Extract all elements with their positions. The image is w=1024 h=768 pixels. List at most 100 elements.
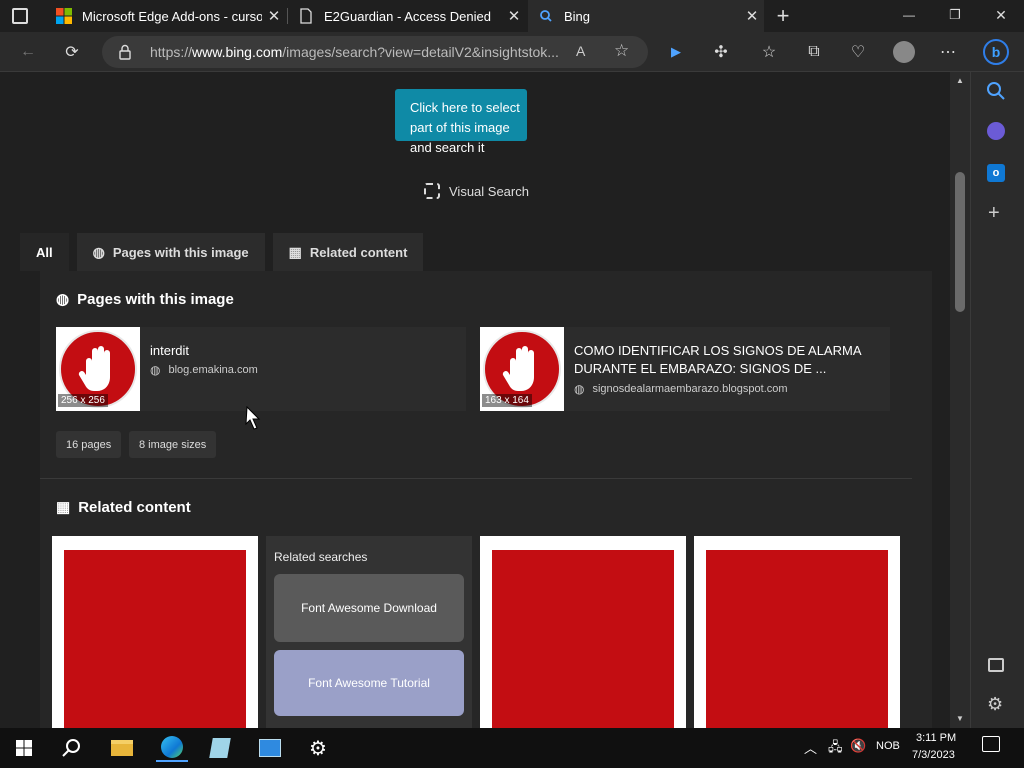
clock-time[interactable]: 3:11 PM (916, 732, 956, 744)
tab-all[interactable]: All (20, 233, 69, 271)
tab-bing[interactable]: Bing ✕ (528, 0, 764, 32)
profile-avatar[interactable] (890, 38, 918, 66)
network-icon[interactable]: 🖧 (828, 738, 843, 760)
globe-icon: ◍ (150, 363, 161, 377)
page-result-title[interactable]: interdit (150, 342, 189, 360)
notepad-icon[interactable] (204, 734, 236, 762)
related-searches-card: Related searches Font Awesome Download F… (266, 536, 472, 728)
close-window-button[interactable]: ✕ (984, 7, 1018, 24)
tab-actions-icon[interactable] (12, 8, 28, 24)
search-icon[interactable] (56, 734, 88, 762)
image-alt-text: See related image detail. Just (706, 536, 865, 550)
related-search-item[interactable]: Font Awesome Tutorial (274, 650, 464, 716)
address-bar[interactable]: https://www.bing.com/images/search?view=… (102, 36, 648, 68)
settings-gear-icon[interactable]: ⚙ (987, 694, 1003, 715)
edge-sidebar: o + ⚙ (970, 72, 1024, 728)
related-image-card[interactable]: See related image detail. inte (480, 536, 686, 728)
maximize-button[interactable]: ❐ (938, 7, 972, 23)
image-size-label: 256 x 256 (58, 394, 108, 407)
tab-title: Bing (564, 8, 591, 24)
result-tabs: All ◍ Pages with this image ▦ Related cont… (20, 233, 431, 271)
grid-icon: ▦ (56, 499, 71, 516)
pages-section-title: ◍ Pages with this image (56, 290, 234, 309)
scroll-down-icon[interactable]: ▼ (956, 714, 964, 723)
page-scrollbar[interactable]: ▲ ▼ (950, 72, 970, 728)
related-image[interactable] (64, 550, 246, 728)
edge-browser-icon[interactable] (156, 734, 188, 762)
address-toolbar: ← ⟳ https://www.bing.com/images/search?v… (0, 32, 1024, 72)
tab-related-content[interactable]: ▦ Related content (272, 233, 424, 271)
back-arrow-icon[interactable]: ← (14, 38, 42, 66)
globe-icon: ◍ (56, 291, 70, 308)
hand-cursor-icon (245, 406, 261, 430)
new-tab-button[interactable]: + (772, 4, 794, 28)
visual-search-icon (424, 183, 440, 199)
stop-hand-thumbnail[interactable]: 256 x 256 (56, 327, 140, 411)
refresh-icon[interactable]: ⟳ (58, 38, 86, 66)
copilot-icon[interactable] (987, 122, 1005, 140)
section-divider (40, 478, 912, 479)
extensions-puzzle-icon[interactable]: ✣ (707, 38, 735, 66)
photos-icon[interactable] (254, 734, 286, 762)
file-explorer-icon[interactable] (106, 734, 138, 762)
settings-gear-icon[interactable]: ⚙ (302, 734, 334, 762)
collections-icon[interactable]: ⧉ (800, 38, 828, 66)
bing-copilot-icon[interactable]: b (982, 38, 1010, 66)
lock-icon[interactable] (118, 44, 132, 60)
close-tab-icon[interactable]: ✕ (740, 7, 764, 25)
sidebar-layout-icon[interactable] (988, 658, 1004, 672)
visual-search-button[interactable]: Visual Search (424, 183, 529, 199)
page-result-domain: ◍ blog.emakina.com (150, 363, 258, 377)
tray-chevron-icon[interactable]: ︿ (804, 738, 817, 757)
clock-date[interactable]: 7/3/2023 (912, 749, 955, 761)
page-result-title[interactable]: COMO IDENTIFICAR LOS SIGNOS DE ALARMA DU… (574, 342, 874, 378)
scroll-up-icon[interactable]: ▲ (956, 76, 964, 85)
microsoft-logo-icon (56, 8, 72, 24)
image-alt-text: See related image detail. inte (492, 536, 648, 550)
notification-icon[interactable] (982, 736, 1000, 752)
read-aloud-icon[interactable]: A (576, 43, 585, 59)
tab-pages-with-image[interactable]: ◍ Pages with this image (76, 233, 265, 271)
cursor-extension-icon[interactable]: ▶ (662, 38, 690, 66)
pages-count-chip[interactable]: 16 pages (56, 431, 122, 458)
close-tab-icon[interactable]: ✕ (262, 7, 286, 25)
outlook-icon[interactable]: o (987, 164, 1005, 182)
grid-icon: ▦ (288, 243, 302, 260)
document-icon (300, 8, 312, 24)
scrollbar-thumb[interactable] (955, 172, 965, 312)
favorites-icon[interactable]: ☆ (755, 38, 783, 66)
add-sidebar-app-icon[interactable]: + (988, 202, 1000, 225)
tab-title: Microsoft Edge Add-ons - cursor (82, 8, 262, 24)
close-tab-icon[interactable]: ✕ (502, 7, 526, 25)
performance-heart-icon[interactable]: ♡ (844, 38, 872, 66)
image-sizes-chip[interactable]: 8 image sizes (129, 431, 217, 458)
page-content: Click here to select part of this image … (0, 72, 950, 728)
stop-hand-thumbnail[interactable]: 163 x 164 (480, 327, 564, 411)
favorite-star-icon[interactable]: ☆ (614, 41, 629, 61)
more-menu-icon[interactable]: ⋯ (934, 38, 962, 66)
page-result-card[interactable]: 256 x 256 interdit ◍ blog.emakina.com (56, 327, 466, 411)
visual-search-tooltip: Click here to select part of this image … (410, 100, 520, 155)
tab-e2guardian[interactable]: E2Guardian - Access Denied ✕ (288, 0, 526, 32)
search-icon (540, 10, 552, 22)
volume-muted-icon[interactable]: 🔇 (850, 738, 866, 754)
tab-strip: Microsoft Edge Add-ons - cursor ✕ E2Guar… (0, 0, 1024, 32)
minimize-button[interactable]: — (892, 8, 926, 22)
related-image-card[interactable]: See related image detail. Just (694, 536, 900, 728)
url-text: https://www.bing.com/images/search?view=… (150, 44, 559, 60)
image-size-label: 163 x 164 (482, 394, 532, 407)
globe-icon: ◍ (574, 382, 585, 396)
start-windows-icon[interactable] (8, 734, 40, 762)
input-language[interactable]: NOB (876, 740, 900, 752)
related-image[interactable] (706, 550, 888, 728)
related-section-title: ▦ Related content (56, 498, 191, 517)
related-image-card[interactable]: See related image detail. Stock (52, 536, 258, 728)
page-result-domain: ◍ signosdealarmaembarazo.blogspot.com (574, 382, 788, 396)
related-image[interactable] (492, 550, 674, 728)
search-icon[interactable] (985, 80, 1009, 104)
image-alt-text: See related image detail. Stock (64, 536, 231, 550)
page-result-card[interactable]: 163 x 164 COMO IDENTIFICAR LOS SIGNOS DE… (480, 327, 890, 411)
windows-taskbar: ⚙ ︿ 🖧 🔇 NOB 3:11 PM 7/3/2023 (0, 728, 1024, 768)
tab-edge-addons[interactable]: Microsoft Edge Add-ons - cursor ✕ (46, 0, 286, 32)
related-search-item[interactable]: Font Awesome Download (274, 574, 464, 642)
